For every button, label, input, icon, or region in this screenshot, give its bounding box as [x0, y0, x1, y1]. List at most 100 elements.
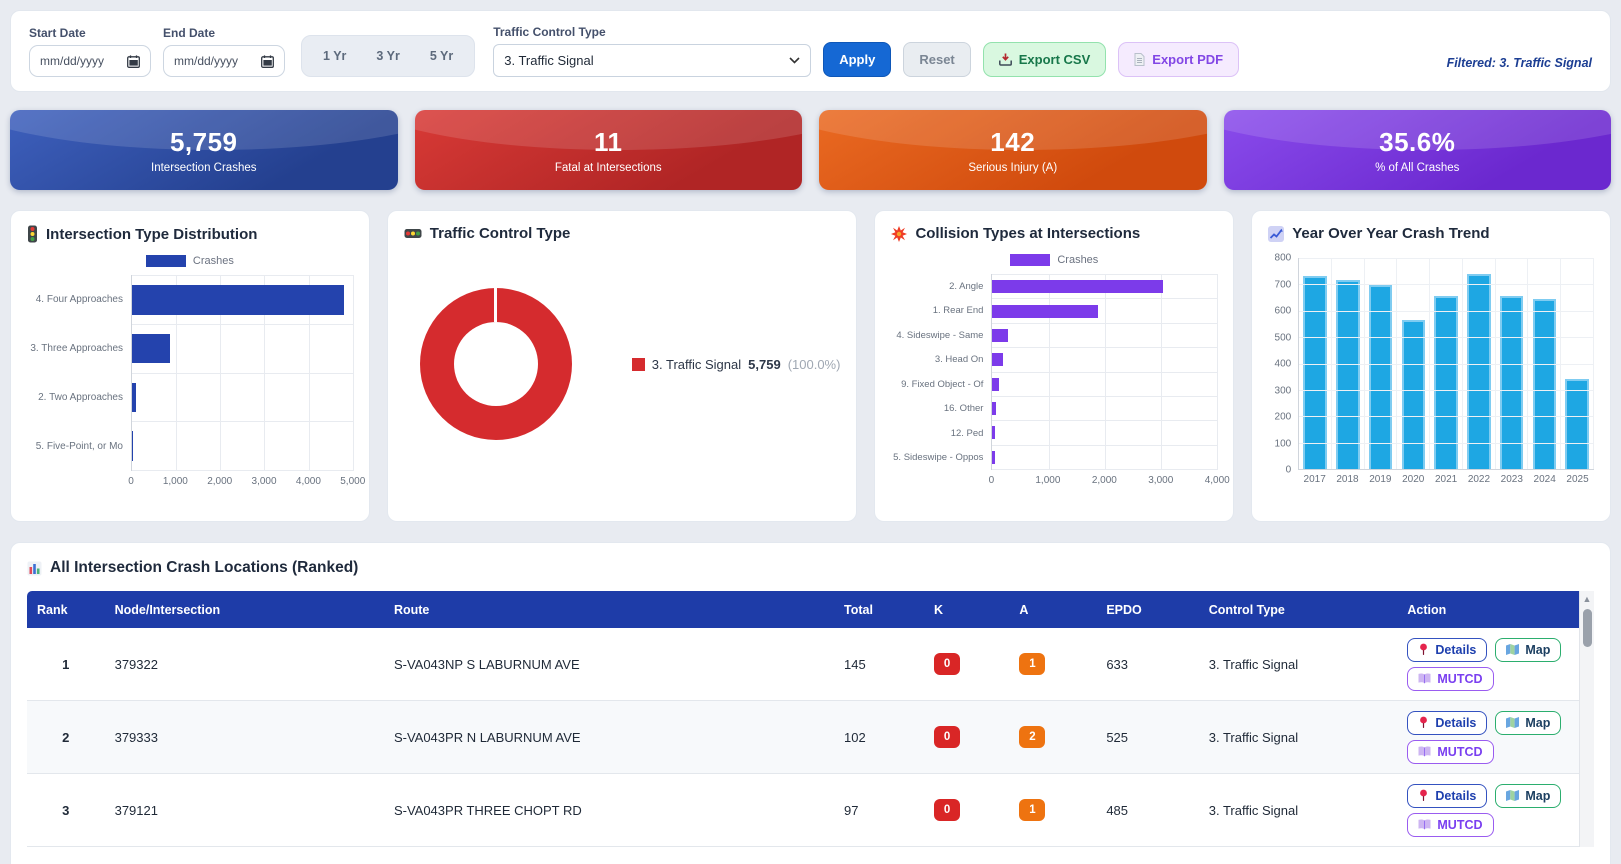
table-row: 3379121S-VA043PR THREE CHOPT RD97014853.… — [27, 774, 1579, 847]
action-stack: Details Map MUTCD — [1407, 703, 1561, 772]
start-date-label: Start Date — [29, 26, 151, 40]
column-header: Route — [384, 603, 834, 617]
y-tick-label: 800 — [1275, 253, 1292, 264]
book-icon — [1418, 746, 1431, 757]
a-cell: 1 — [1009, 799, 1096, 821]
map-button[interactable]: Map — [1495, 784, 1561, 808]
filter-bar: Start Date mm/dd/yyyy End Date mm/dd/yyy… — [10, 10, 1611, 92]
x-tick-label: 2025 — [1561, 474, 1594, 485]
k-badge: 0 — [934, 799, 960, 821]
bar[interactable] — [1565, 379, 1588, 469]
end-date-group: End Date mm/dd/yyyy — [163, 26, 285, 77]
category-label: 9. Fixed Object - Of — [891, 372, 991, 397]
chart-legend[interactable]: Crashes — [891, 254, 1217, 266]
bar[interactable] — [992, 305, 1098, 318]
range-5yr-button[interactable]: 5 Yr — [416, 41, 467, 71]
apply-button[interactable]: Apply — [823, 42, 891, 77]
x-tick-label: 2,000 — [207, 476, 232, 487]
control-type-cell: 3. Traffic Signal — [1199, 657, 1398, 672]
gridline — [1299, 364, 1594, 365]
x-tick-label: 5,000 — [340, 476, 365, 487]
bar[interactable] — [992, 280, 1163, 293]
table-scrollbar[interactable]: ▲ — [1579, 591, 1594, 847]
bar[interactable] — [992, 353, 1002, 366]
reset-button[interactable]: Reset — [903, 42, 970, 77]
export-csv-button[interactable]: Export CSV — [983, 42, 1107, 77]
details-button[interactable]: Details — [1407, 711, 1487, 735]
bar[interactable] — [992, 451, 994, 464]
a-badge: 2 — [1019, 726, 1045, 748]
chart-legend[interactable]: Crashes — [27, 255, 353, 267]
action-cell: Details MapMUTCD — [1397, 776, 1571, 845]
donut-slice-traffic-signal[interactable] — [420, 288, 572, 440]
bar[interactable] — [132, 383, 136, 413]
bar[interactable] — [132, 285, 344, 315]
a-badge: 1 — [1019, 799, 1045, 821]
bar[interactable] — [992, 378, 999, 391]
column-header: Node/Intersection — [105, 603, 384, 617]
scroll-up-arrow[interactable]: ▲ — [1583, 594, 1592, 604]
bar-row — [132, 325, 353, 374]
column-header: Total — [834, 603, 924, 617]
bar[interactable] — [1303, 276, 1326, 469]
export-pdf-button[interactable]: Export PDF — [1118, 42, 1239, 77]
filtered-note: Filtered: 3. Traffic Signal — [1447, 56, 1592, 70]
kpi-value: 35.6% — [1379, 127, 1455, 158]
kpi-value: 142 — [990, 127, 1035, 158]
details-button[interactable]: Details — [1407, 784, 1487, 808]
gridline — [353, 275, 354, 471]
x-tick-label: 0 — [128, 476, 134, 487]
k-cell: 0 — [924, 726, 1009, 748]
legend-label: Crashes — [193, 255, 234, 267]
legend-label: 3. Traffic Signal — [652, 357, 741, 372]
bar[interactable] — [1467, 274, 1490, 469]
start-date-value: mm/dd/yyyy — [40, 54, 104, 68]
bar-row — [992, 274, 1217, 299]
pin-icon — [1418, 716, 1429, 729]
bar[interactable] — [132, 431, 133, 461]
donut-legend[interactable]: 3. Traffic Signal 5,759 (100.0%) — [632, 357, 841, 372]
bar[interactable] — [992, 402, 996, 415]
node-cell: 379121 — [105, 803, 384, 818]
range-3yr-button[interactable]: 3 Yr — [362, 41, 413, 71]
range-1yr-button[interactable]: 1 Yr — [309, 41, 360, 71]
bar[interactable] — [1369, 285, 1392, 469]
map-button[interactable]: Map — [1495, 638, 1561, 662]
action-stack: Details Map MUTCD — [1407, 630, 1561, 699]
route-cell: S-VA043PR N LABURNUM AVE — [384, 730, 834, 745]
scroll-thumb[interactable] — [1583, 609, 1592, 647]
chart-title: Year Over Year Crash Trend — [1292, 225, 1489, 242]
map-icon — [1506, 644, 1519, 655]
mutcd-button[interactable]: MUTCD — [1407, 667, 1493, 691]
calendar-icon[interactable] — [261, 55, 274, 68]
map-label: Map — [1525, 716, 1550, 730]
bar-row — [992, 421, 1217, 445]
end-date-label: End Date — [163, 26, 285, 40]
route-cell: S-VA043NP S LABURNUM AVE — [384, 657, 834, 672]
map-button[interactable]: Map — [1495, 711, 1561, 735]
calendar-icon[interactable] — [127, 55, 140, 68]
kpi-value: 5,759 — [170, 127, 238, 158]
kpi-label: Fatal at Intersections — [555, 162, 662, 174]
details-button[interactable]: Details — [1407, 638, 1487, 662]
control-type-select[interactable]: 3. Traffic Signal — [493, 44, 811, 77]
bar[interactable] — [132, 334, 170, 364]
bar-chart-icon — [27, 561, 42, 576]
legend-swatch — [632, 358, 645, 371]
bar[interactable] — [1336, 280, 1359, 469]
mutcd-button[interactable]: MUTCD — [1407, 740, 1493, 764]
traffic-control-type-card: Traffic Control Type 3. Traffic Signal 5… — [387, 210, 858, 522]
document-icon — [1134, 53, 1145, 66]
column-header: Rank — [27, 603, 105, 617]
bar[interactable] — [992, 426, 995, 439]
end-date-input[interactable]: mm/dd/yyyy — [163, 45, 285, 77]
y-tick-label: 200 — [1275, 412, 1292, 423]
mutcd-label: MUTCD — [1437, 672, 1482, 686]
start-date-input[interactable]: mm/dd/yyyy — [29, 45, 151, 77]
bar[interactable] — [992, 329, 1008, 342]
bar-row — [992, 324, 1217, 348]
bar-row — [992, 348, 1217, 372]
bar[interactable] — [1402, 320, 1425, 469]
x-tick-label: 2024 — [1528, 474, 1561, 485]
mutcd-button[interactable]: MUTCD — [1407, 813, 1493, 837]
